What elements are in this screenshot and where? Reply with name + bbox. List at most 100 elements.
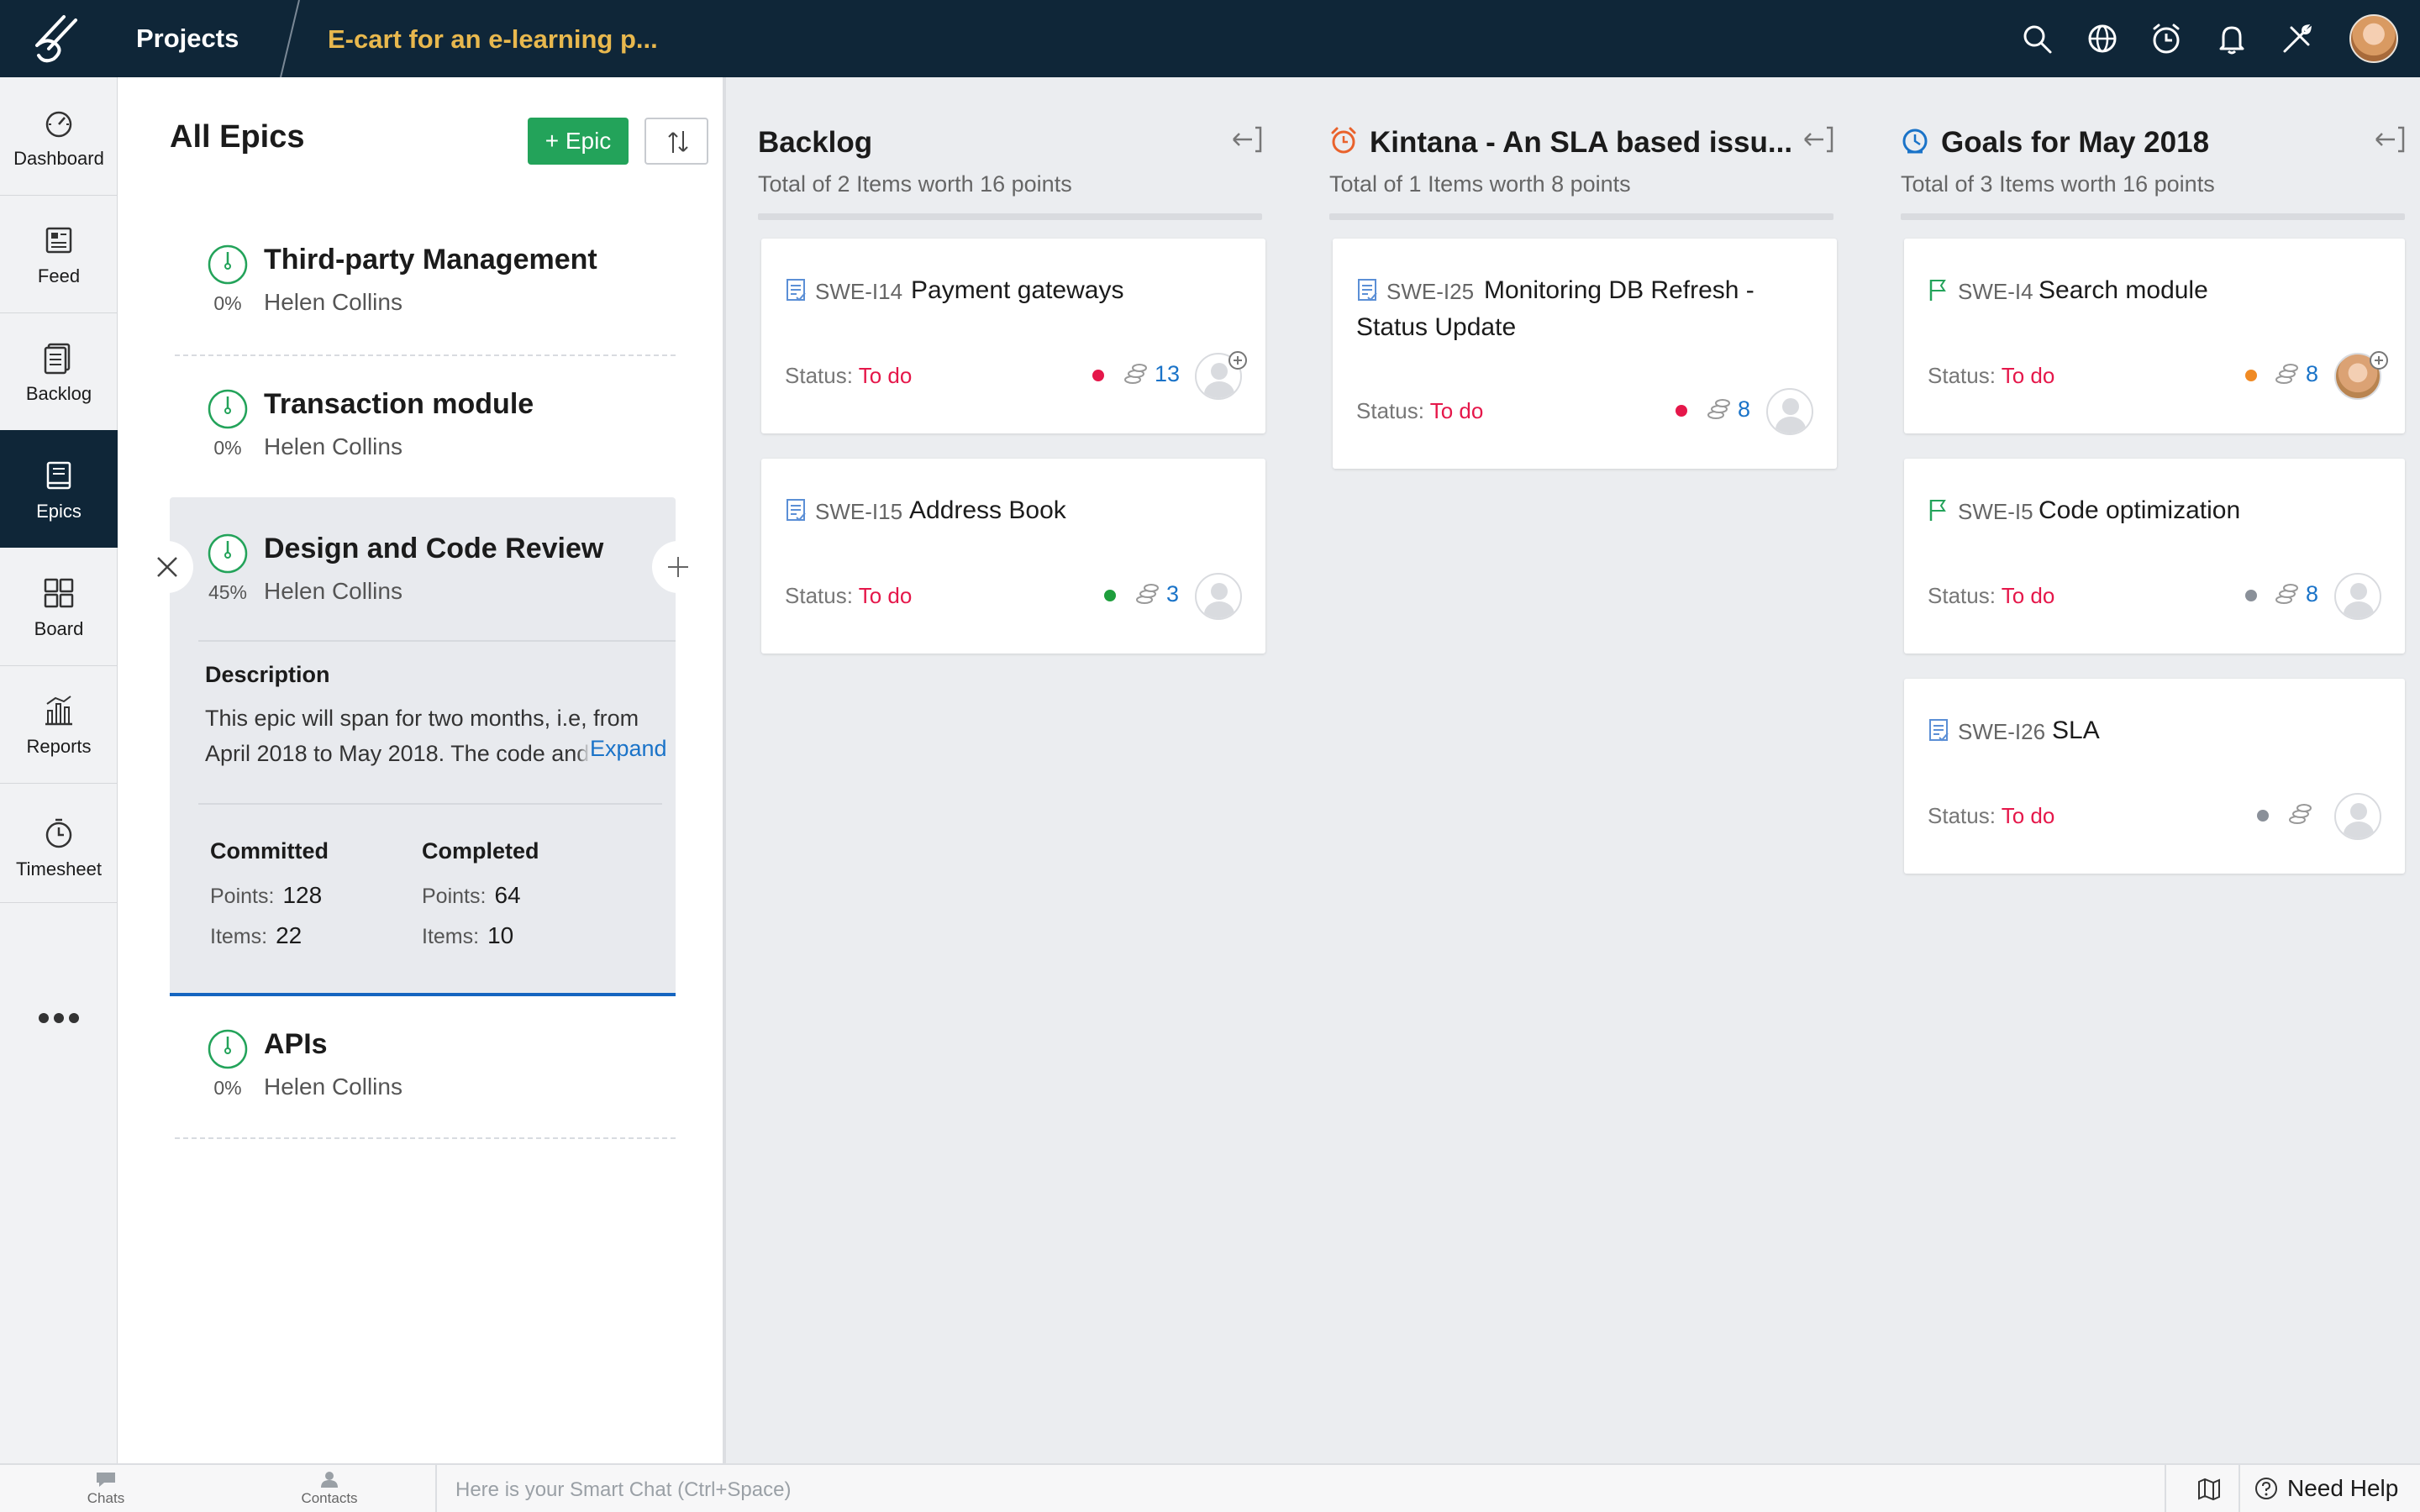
globe-icon[interactable] [2086, 22, 2119, 55]
assignee-avatar[interactable] [2334, 793, 2381, 840]
work-item-id: SWE-I14 [815, 279, 903, 304]
work-item-card[interactable]: SWE-I4 Search module Status: To do 8 [1904, 239, 2405, 433]
story-points[interactable]: 13 [1155, 361, 1180, 387]
map-icon[interactable] [2196, 1477, 2222, 1502]
rail-item-epics[interactable]: Epics [0, 430, 118, 548]
rail-item-dashboard[interactable]: Dashboard [0, 77, 118, 195]
rail-item-timesheet[interactable]: Timesheet [0, 788, 118, 906]
add-item-to-epic-button[interactable] [652, 541, 704, 593]
expand-description-link[interactable]: Expand [576, 736, 667, 762]
smart-chat-input[interactable]: Here is your Smart Chat (Ctrl+Space) [455, 1478, 791, 1502]
work-item-title: Code optimization [2039, 496, 2241, 524]
committed-items-value: 22 [276, 922, 302, 948]
column-title[interactable]: Goals for May 2018 [1941, 126, 2209, 160]
status-label: Status: [785, 363, 853, 388]
epics-panel: All Epics + Epic Third-party Management … [118, 77, 726, 1463]
story-points[interactable]: 8 [1738, 396, 1750, 423]
search-icon[interactable] [2020, 22, 2054, 55]
work-item-status: Status: To do [1928, 363, 2054, 389]
story-points-icon [1124, 364, 1147, 384]
story-points[interactable]: 8 [2306, 581, 2318, 607]
rail-item-feed[interactable]: Feed [0, 195, 118, 312]
user-avatar[interactable] [2349, 14, 2398, 63]
app-logo-icon[interactable] [30, 12, 86, 66]
priority-dot[interactable] [2245, 590, 2257, 601]
priority-dot[interactable] [1092, 370, 1104, 381]
rail-item-backlog[interactable]: Backlog [0, 312, 118, 430]
story-points[interactable]: 3 [1166, 581, 1179, 607]
rail-label-reports: Reports [26, 736, 92, 757]
chat-bubble-icon [97, 1473, 115, 1487]
epic-name: APIs [264, 1028, 328, 1060]
priority-dot[interactable] [1104, 590, 1116, 601]
add-assignee-icon[interactable] [1228, 351, 1247, 370]
story-points-icon[interactable] [2287, 803, 2312, 825]
status-value[interactable]: To do [2002, 583, 2055, 608]
epic-name: Transaction module [264, 388, 534, 420]
completed-items-value: 10 [487, 922, 514, 948]
tools-icon[interactable] [2281, 22, 2314, 55]
status-value[interactable]: To do [2002, 803, 2055, 828]
project-name[interactable]: E-cart for an e-learning p... [328, 24, 658, 55]
epic-list-item[interactable]: APIs 0% Helen Collins [170, 1006, 676, 1139]
work-item-card[interactable]: SWE-I26 SLA Status: To do [1904, 679, 2405, 874]
priority-dot[interactable] [2257, 810, 2269, 822]
committed-points-value: 128 [282, 882, 323, 908]
more-icon[interactable] [37, 1008, 81, 1028]
completed-points-value: 64 [494, 882, 521, 908]
work-item-title: Monitoring DB Refresh - [1484, 276, 1754, 304]
left-nav-rail: Dashboard Feed Backlog Epics Board Repor… [0, 77, 118, 1463]
close-epic-button[interactable] [141, 541, 193, 593]
work-item-title: Payment gateways [911, 276, 1124, 304]
status-value[interactable]: To do [2002, 363, 2055, 388]
collapse-column-icon[interactable] [1230, 124, 1264, 155]
collapse-column-icon[interactable] [1802, 124, 1835, 155]
timesheet-icon [45, 818, 72, 848]
dashboard-icon [45, 111, 72, 138]
epic-list-item-selected[interactable]: Design and Code Review 45% Helen Collins… [141, 497, 704, 996]
assignee-avatar[interactable] [1766, 388, 1813, 435]
work-item-card[interactable]: SWE-I14 Payment gateways Status: To do 1… [761, 239, 1265, 433]
column-title[interactable]: Kintana - An SLA based issu... [1370, 126, 1792, 160]
work-item-status: Status: To do [1356, 398, 1483, 424]
committed-items: Items: 22 [210, 922, 302, 949]
sort-button[interactable] [644, 118, 708, 165]
rail-item-board[interactable]: Board [0, 548, 118, 665]
completed-items: Items: 10 [422, 922, 513, 949]
assignee-avatar[interactable] [1195, 573, 1242, 620]
chats-button[interactable]: Chats [55, 1470, 156, 1507]
priority-dot[interactable] [2245, 370, 2257, 381]
epic-list-item[interactable]: Transaction module 0% Helen Collins [170, 366, 676, 501]
bell-icon[interactable] [2215, 22, 2249, 55]
status-value[interactable]: To do [859, 583, 913, 608]
column-summary: Total of 1 Items worth 8 points [1329, 171, 1631, 197]
story-points[interactable]: 8 [2306, 361, 2318, 387]
add-assignee-icon[interactable] [2370, 351, 2388, 370]
work-item-card[interactable]: SWE-I25 Monitoring DB Refresh - Status U… [1333, 239, 1837, 469]
collapse-column-icon[interactable] [2373, 124, 2407, 155]
work-item-card[interactable]: SWE-I15 Address Book Status: To do 3 [761, 459, 1265, 654]
story-points-icon [2275, 584, 2298, 604]
rail-item-reports[interactable]: Reports [0, 665, 118, 783]
timer-icon[interactable] [2149, 22, 2183, 55]
work-item-card[interactable]: SWE-I5 Code optimization Status: To do 8 [1904, 459, 2405, 654]
assignee-avatar[interactable] [2334, 573, 2381, 620]
top-bar: Projects E-cart for an e-learning p... [0, 0, 2420, 77]
work-item-id: SWE-I5 [1958, 499, 2033, 524]
add-epic-button[interactable]: + Epic [528, 118, 629, 165]
priority-dot[interactable] [1676, 405, 1687, 417]
work-item-id: SWE-I26 [1958, 719, 2046, 744]
work-item-title: Address Book [909, 496, 1066, 524]
rail-divider [0, 783, 118, 784]
status-value[interactable]: To do [1430, 398, 1484, 423]
epic-list-item[interactable]: Third-party Management 0% Helen Collins [170, 222, 676, 356]
epic-progress-icon [208, 389, 248, 429]
status-value[interactable]: To do [859, 363, 913, 388]
completed-label: Completed [422, 838, 539, 864]
projects-nav-link[interactable]: Projects [136, 24, 239, 54]
epic-divider [175, 1137, 676, 1139]
need-help-button[interactable]: Need Help [2254, 1475, 2398, 1502]
contacts-button[interactable]: Contacts [279, 1470, 380, 1507]
feed-icon [45, 227, 72, 254]
work-item-status: Status: To do [1928, 583, 2054, 609]
